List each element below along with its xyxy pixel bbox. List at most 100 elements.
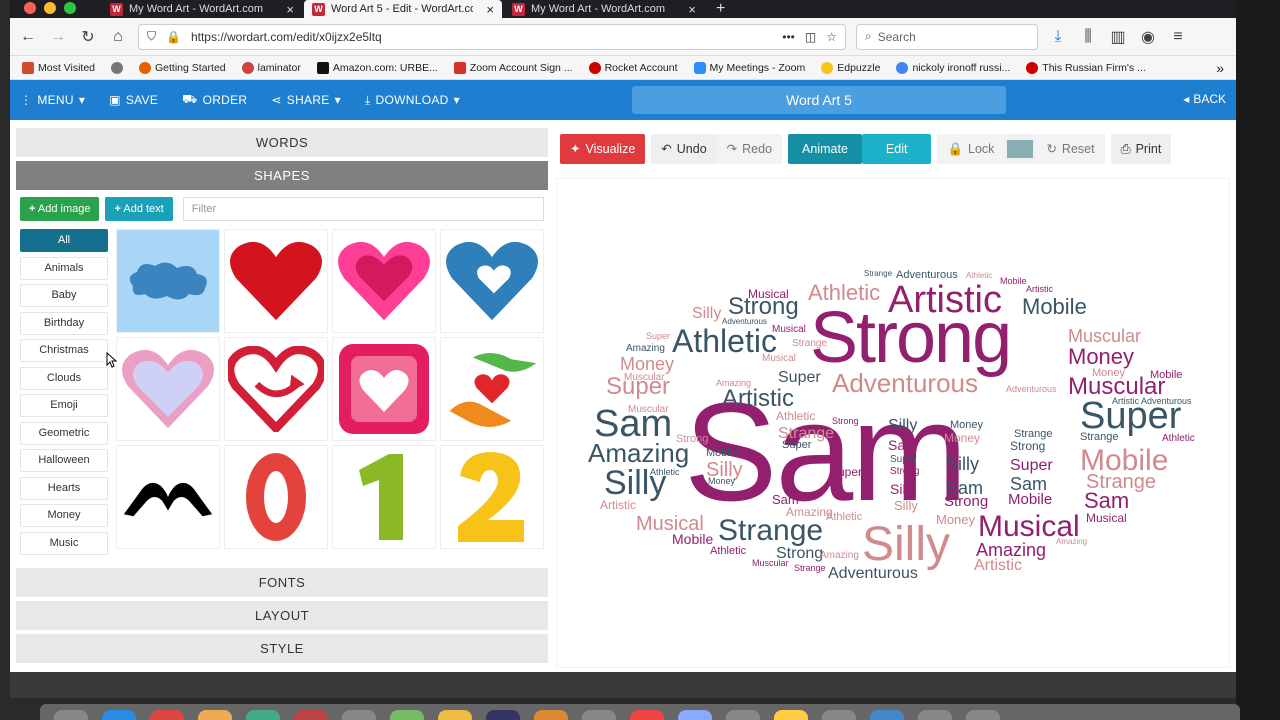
print-button[interactable]: ⎙ Print	[1110, 134, 1172, 164]
search-input[interactable]: ⌕ Search	[856, 23, 1038, 50]
library-icon[interactable]: ⫼	[1078, 28, 1098, 46]
bookmark-item[interactable]: Most Visited	[22, 61, 95, 74]
add-text-label: Add text	[123, 203, 164, 215]
visualize-button[interactable]: ✦ Visualize	[560, 134, 646, 164]
share-button[interactable]: ⋖ SHARE ▾	[271, 93, 341, 107]
reload-icon[interactable]: ↻	[78, 27, 98, 47]
maximize-window-button[interactable]	[64, 2, 76, 14]
download-label: DOWNLOAD	[375, 93, 449, 107]
shape-arrow-heart[interactable]	[224, 337, 328, 441]
document-title-input[interactable]: Word Art 5	[632, 86, 1006, 114]
bookmark-item[interactable]: Edpuzzle	[821, 61, 880, 74]
forward-arrow-icon[interactable]: →	[48, 28, 68, 46]
sidebar-icon[interactable]: ▥	[1108, 27, 1128, 47]
pocket-icon[interactable]: ◫	[805, 30, 816, 44]
layout-section-header[interactable]: LAYOUT	[16, 601, 548, 631]
category-hearts[interactable]: Hearts	[20, 476, 108, 500]
laminator-icon	[241, 61, 254, 74]
word-cloud-word: Adventurous	[1006, 384, 1057, 394]
word-cloud-word: Adventurous	[832, 368, 978, 398]
shape-number-0[interactable]	[224, 445, 328, 549]
word-cloud-word: Amazing	[820, 550, 859, 561]
account-icon[interactable]: ◉	[1138, 27, 1158, 47]
add-text-button[interactable]: + Add text	[105, 197, 173, 221]
category-geometric[interactable]: Geometric	[20, 421, 108, 445]
category-clouds[interactable]: Clouds	[20, 366, 108, 390]
browser-tab[interactable]: W My Word Art - WordArt.com ×	[102, 0, 302, 18]
home-icon[interactable]: ⌂	[108, 28, 128, 46]
shape-blue-heart[interactable]	[440, 229, 544, 333]
menu-label: MENU	[37, 93, 74, 107]
url-bar[interactable]: ⛉ 🔒 https://wordart.com/edit/x0ijzx2e5lt…	[138, 23, 846, 50]
download-button[interactable]: ⤓ DOWNLOAD ▾	[365, 93, 460, 108]
reset-button[interactable]: ↻ Reset	[1036, 134, 1105, 164]
tab-close-icon[interactable]: ×	[688, 2, 696, 17]
style-section-header[interactable]: STYLE	[16, 634, 548, 664]
shape-hands-heart[interactable]	[440, 337, 544, 441]
filter-input[interactable]: Filter	[182, 197, 544, 221]
animate-button[interactable]: Animate	[788, 134, 862, 164]
word-cloud-word: Super	[830, 465, 862, 479]
save-button[interactable]: ▣ SAVE	[109, 93, 158, 107]
bookmark-label: My Meetings - Zoom	[709, 61, 806, 74]
category-money[interactable]: Money	[20, 504, 108, 527]
menu-button[interactable]: ⋮ MENU ▾	[20, 93, 85, 107]
swatch-color	[1007, 140, 1034, 158]
bookmark-item[interactable]: Amazon.com: URBE...	[316, 61, 438, 74]
redo-button[interactable]: ↷ Redo	[716, 134, 783, 164]
bookmark-item[interactable]	[111, 61, 123, 74]
hamburger-menu-icon[interactable]: ≡	[1168, 28, 1188, 46]
shape-number-2[interactable]	[440, 445, 544, 549]
browser-tab[interactable]: W My Word Art - WordArt.com ×	[504, 0, 704, 18]
lock-button[interactable]: 🔒 Lock	[937, 134, 1005, 164]
color-swatch[interactable]	[1004, 134, 1037, 164]
category-emoji[interactable]: Emoji	[20, 394, 108, 417]
shapes-section-header[interactable]: SHAPES	[16, 161, 548, 191]
bookmark-item[interactable]: My Meetings - Zoom	[693, 61, 806, 74]
fonts-section-header[interactable]: FONTS	[16, 568, 548, 598]
category-animals[interactable]: Animals	[20, 256, 108, 280]
shape-outline-heart[interactable]	[116, 337, 220, 441]
hands-heart-icon	[449, 352, 537, 427]
add-image-button[interactable]: + Add image	[20, 197, 100, 221]
tab-close-icon[interactable]: ×	[486, 2, 494, 17]
chevron-right-icon[interactable]: »	[1216, 60, 1224, 76]
word-cloud-word: Artistic Adventurous	[1112, 396, 1192, 406]
shape-cloud[interactable]	[116, 229, 220, 333]
back-button[interactable]: ◂ BACK	[1183, 92, 1226, 106]
back-arrow-icon[interactable]: ←	[18, 28, 38, 46]
words-section-header[interactable]: WORDS	[16, 128, 548, 158]
close-window-button[interactable]	[24, 2, 36, 14]
category-all[interactable]: All	[20, 229, 108, 252]
shape-framed-heart[interactable]	[332, 337, 436, 441]
bookmark-item[interactable]: nickoly ironoff russi...	[896, 61, 1010, 74]
shape-number-1[interactable]	[332, 445, 436, 549]
order-button[interactable]: ⛟ ORDER	[182, 92, 247, 108]
category-halloween[interactable]: Halloween	[20, 449, 108, 472]
undo-button[interactable]: ↶ Undo	[651, 134, 717, 164]
word-cloud-word: Silly	[890, 481, 916, 497]
word-art-canvas[interactable]: Sam Strong Silly Artistic Athletic Super Mobil…	[556, 178, 1230, 668]
bookmark-item[interactable]: Zoom Account Sign ...	[453, 61, 573, 74]
bookmark-item[interactable]: This Russian Firm's ...	[1026, 61, 1146, 74]
shape-red-heart[interactable]	[224, 229, 328, 333]
bookmark-item[interactable]: Rocket Account	[588, 61, 678, 74]
tab-close-icon[interactable]: ×	[286, 2, 294, 17]
mouse-cursor-icon	[106, 352, 118, 368]
bookmark-item[interactable]: Getting Started	[139, 61, 226, 74]
new-tab-button[interactable]: +	[708, 0, 733, 18]
edit-button[interactable]: Edit	[861, 134, 932, 164]
word-cloud-word: Silly	[946, 454, 979, 474]
bookmark-item[interactable]: laminator	[241, 61, 301, 74]
shape-heart-hands[interactable]	[116, 445, 220, 549]
browser-tab-active[interactable]: W Word Art 5 - Edit - WordArt.co ×	[304, 0, 502, 18]
category-baby[interactable]: Baby	[20, 284, 108, 307]
star-icon[interactable]: ☆	[826, 30, 837, 44]
category-birthday[interactable]: Birthday	[20, 311, 108, 335]
more-icon[interactable]: •••	[782, 30, 795, 44]
category-christmas[interactable]: Christmas	[20, 339, 108, 362]
shape-pink-heart[interactable]	[332, 229, 436, 333]
category-music[interactable]: Music	[20, 531, 108, 555]
minimize-window-button[interactable]	[44, 2, 56, 14]
download-icon[interactable]: ⤓	[1048, 28, 1068, 46]
